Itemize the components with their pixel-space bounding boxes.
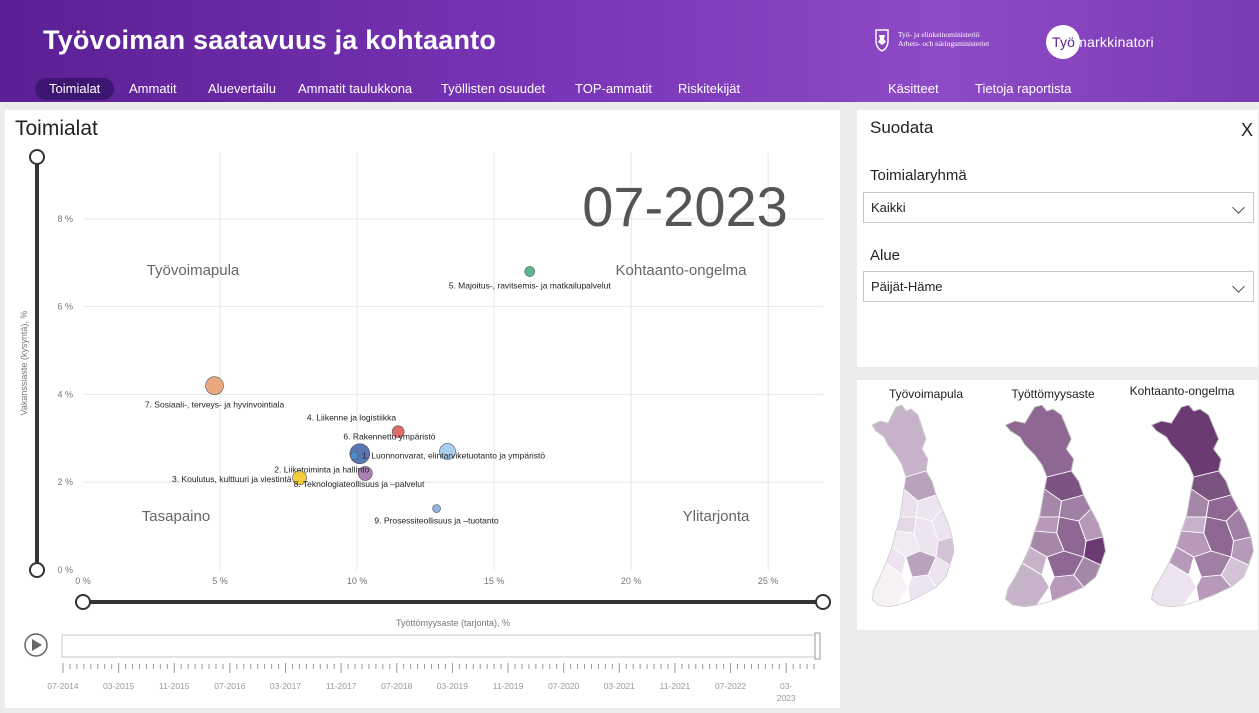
map-region[interactable] (1004, 405, 1075, 478)
period-display: 07-2023 (582, 175, 788, 238)
x-tick-label: 20 % (621, 576, 642, 586)
data-point[interactable] (432, 504, 441, 513)
area-filter-value: Päijät-Häme (871, 279, 943, 294)
group-filter-label: Toimialaryhmä (870, 167, 967, 184)
timeline-label: 11-2019 (493, 681, 524, 691)
data-point-label: 9. Prosessiteollisuus ja –tuotanto (374, 516, 499, 526)
chevron-down-icon (1232, 280, 1245, 293)
group-filter-value: Kaikki (871, 200, 906, 215)
timeline-handle[interactable] (814, 632, 821, 660)
timeline-track[interactable] (61, 634, 820, 658)
x-tick-label: 10 % (347, 576, 368, 586)
timeline-label: 03-2015 (103, 681, 134, 691)
quadrant-top-left: Työvoimapula (147, 262, 240, 279)
y-tick-label: 2 % (57, 477, 73, 487)
quadrant-bottom-left: Tasapaino (142, 508, 210, 525)
y-range-top-handle[interactable] (29, 149, 45, 165)
map-region[interactable] (895, 516, 917, 534)
filters-title: Suodata (870, 118, 934, 137)
tab-tietoja-raportista[interactable]: Tietoja raportista (961, 78, 1085, 100)
timeline-label: 07-2016 (214, 681, 245, 691)
y-axis-title: Vakanssiaste (kysyntä), % (19, 311, 29, 416)
data-point-label: 1. Luonnonvarat, elintarviketuotanto ja … (362, 451, 546, 461)
x-axis-title: Työttömyysaste (tarjonta), % (396, 618, 510, 628)
finland-map-kohtaanto-ongelma[interactable] (1144, 405, 1256, 613)
data-point[interactable] (524, 266, 536, 277)
map-title-tyottomyysaste: Työttömyysaste (1011, 387, 1095, 401)
x-range-right-handle[interactable] (815, 594, 831, 610)
timeline-label: 07-2022 (715, 681, 746, 691)
data-point-label: 4. Liikenne ja logistiikka (307, 413, 397, 423)
timeline-label: 07-2020 (548, 681, 579, 691)
timeline-label: 07-2018 (381, 681, 412, 691)
map-title-tyovoimapula: Työvoimapula (888, 387, 964, 401)
ministry-name-sv: Arbets- och näringsministeriet (898, 39, 990, 48)
quadrant-top-right: Kohtaanto-ongelma (616, 262, 748, 279)
group-filter-select[interactable]: Kaikki (863, 192, 1254, 223)
close-icon[interactable]: X (1241, 120, 1253, 141)
y-tick-label: 6 % (57, 302, 73, 312)
timeline-label: 03-2021 (604, 681, 635, 691)
timeline-label: 07-2014 (47, 681, 78, 691)
y-tick-label: 8 % (57, 214, 73, 224)
x-tick-label: 0 % (75, 576, 91, 586)
data-point-label: 7. Sosiaali-, terveys- ja hyvinvointiala (145, 400, 285, 410)
timeline-label: 03-2019 (437, 681, 468, 691)
area-filter-select[interactable]: Päijät-Häme (863, 271, 1254, 302)
timeline-label: 11-2017 (326, 681, 357, 691)
data-point-label: 8. Teknologiateollisuus ja –palvelut (294, 479, 425, 489)
ministry-logo: Työ- ja elinkeinoministeriö Arbets- och … (872, 27, 989, 53)
y-tick-label: 4 % (57, 389, 73, 399)
timeline-label: 11-2015 (159, 681, 190, 691)
map-title-kohtaanto-ongelma: Kohtaanto-ongelma (1129, 384, 1235, 398)
data-point-label: 3. Koulutus, kulttuuri ja viestintä (172, 474, 292, 484)
map-region[interactable] (1034, 516, 1060, 534)
map-region[interactable] (1150, 405, 1222, 478)
x-tick-label: 5 % (212, 576, 228, 586)
quadrant-bottom-right: Ylitarjonta (683, 508, 750, 525)
y-tick-label: 0 % (57, 565, 73, 575)
timeline-label: 03-2017 (270, 681, 301, 691)
brand-rest: markkinatori (1075, 34, 1154, 50)
timeline-label: 11-2021 (660, 681, 691, 691)
map-region[interactable] (871, 405, 929, 478)
map-region[interactable] (1180, 516, 1207, 534)
y-range-bottom-handle[interactable] (29, 562, 45, 578)
data-point-label: 5. Majoitus-, ravitsemis- ja matkailupal… (449, 281, 612, 291)
area-filter-label: Alue (870, 247, 901, 264)
lion-crest-icon (875, 29, 889, 52)
timeline-label: 03-2023 (777, 681, 796, 703)
data-point[interactable] (205, 376, 224, 395)
x-tick-label: 25 % (758, 576, 779, 586)
chevron-down-icon (1232, 201, 1245, 214)
finland-map-tyottomyysaste[interactable] (998, 405, 1108, 613)
brand-first: Työ (1052, 34, 1076, 50)
scatter-chart: 0 % 2 % 4 % 6 % 8 % 0 % 5 % 10 % 15 % 20 % 25 % 0… (19, 149, 831, 703)
finland-map-tyovoimapula[interactable] (866, 405, 956, 613)
x-range-left-handle[interactable] (75, 594, 91, 610)
data-point[interactable] (350, 451, 359, 461)
filter-panel (857, 110, 1258, 367)
ministry-name-fi: Työ- ja elinkeinoministeriö (898, 30, 980, 39)
brand-logo[interactable]: Työmarkkinatori (1046, 25, 1154, 59)
tab-kasitteet[interactable]: Käsitteet (874, 78, 953, 100)
x-tick-label: 15 % (484, 576, 505, 586)
data-point-label: 6. Rakennettu ympäristö (343, 431, 435, 441)
